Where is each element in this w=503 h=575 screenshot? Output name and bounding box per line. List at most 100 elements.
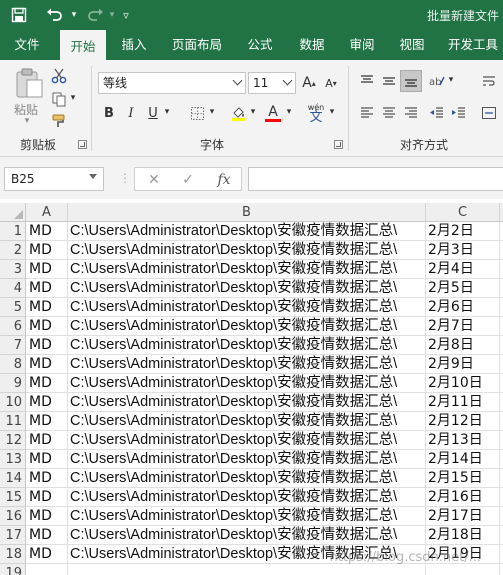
row-header[interactable]: 8: [0, 355, 26, 374]
cell-a[interactable]: MD: [26, 260, 68, 279]
cell-c[interactable]: 2月17日: [426, 507, 500, 526]
copy-icon[interactable]: [48, 88, 70, 110]
wrap-text-icon[interactable]: [478, 70, 500, 92]
align-top-icon[interactable]: [356, 70, 378, 92]
fill-color-icon[interactable]: [228, 102, 250, 124]
cell-b[interactable]: C:\Users\Administrator\Desktop\安徽疫情数据汇总\: [68, 317, 426, 336]
row-header[interactable]: 1: [0, 222, 26, 241]
paste-dropdown-icon[interactable]: ▾: [20, 115, 34, 127]
tab-formulas[interactable]: 公式: [238, 30, 282, 60]
shrink-font-icon[interactable]: A ▾: [320, 72, 342, 94]
cell-c[interactable]: 2月5日: [426, 279, 500, 298]
cell-b[interactable]: C:\Users\Administrator\Desktop\安徽疫情数据汇总\: [68, 279, 426, 298]
cell-c[interactable]: 2月9日: [426, 355, 500, 374]
cell-b[interactable]: C:\Users\Administrator\Desktop\安徽疫情数据汇总\: [68, 222, 426, 241]
cell-c[interactable]: 2月7日: [426, 317, 500, 336]
tab-insert[interactable]: 插入: [112, 30, 156, 60]
cell-c[interactable]: 2月19日: [426, 545, 500, 564]
merge-center-icon[interactable]: [478, 102, 500, 124]
cell-b[interactable]: C:\Users\Administrator\Desktop\安徽疫情数据汇总\: [68, 469, 426, 488]
row-header[interactable]: 13: [0, 450, 26, 469]
undo-dropdown-icon[interactable]: ▾: [68, 4, 80, 26]
cell-a[interactable]: MD: [26, 507, 68, 526]
cell-a[interactable]: MD: [26, 526, 68, 545]
tab-developer[interactable]: 开发工具: [442, 30, 503, 60]
redo-dropdown-icon[interactable]: ▾: [106, 4, 118, 26]
align-bottom-icon[interactable]: [400, 70, 422, 92]
cell-b[interactable]: C:\Users\Administrator\Desktop\安徽疫情数据汇总\: [68, 393, 426, 412]
cell-a[interactable]: MD: [26, 450, 68, 469]
cell-c[interactable]: 2月6日: [426, 298, 500, 317]
row-header[interactable]: 17: [0, 526, 26, 545]
cell-a[interactable]: MD: [26, 336, 68, 355]
paste-icon[interactable]: [12, 66, 46, 100]
formula-input[interactable]: [248, 167, 503, 191]
cell-a[interactable]: MD: [26, 374, 68, 393]
cell-c[interactable]: 2月2日: [426, 222, 500, 241]
borders-dropdown-icon[interactable]: ▾: [207, 106, 217, 118]
cell-a[interactable]: MD: [26, 469, 68, 488]
cell-b[interactable]: C:\Users\Administrator\Desktop\安徽疫情数据汇总\: [68, 412, 426, 431]
cell-a[interactable]: MD: [26, 222, 68, 241]
cell-c[interactable]: [426, 564, 500, 575]
save-icon[interactable]: [8, 4, 30, 26]
align-middle-icon[interactable]: [378, 70, 400, 92]
cell-a[interactable]: MD: [26, 317, 68, 336]
cell-b[interactable]: C:\Users\Administrator\Desktop\安徽疫情数据汇总\: [68, 260, 426, 279]
cell-c[interactable]: 2月16日: [426, 488, 500, 507]
cell-b[interactable]: C:\Users\Administrator\Desktop\安徽疫情数据汇总\: [68, 241, 426, 260]
increase-indent-icon[interactable]: [448, 102, 470, 124]
cell-b[interactable]: C:\Users\Administrator\Desktop\安徽疫情数据汇总\: [68, 298, 426, 317]
tab-review[interactable]: 审阅: [340, 30, 384, 60]
font-name-combo[interactable]: 等线: [98, 72, 246, 94]
align-left-icon[interactable]: [356, 102, 378, 124]
customize-toolbar-icon[interactable]: ▿: [118, 4, 134, 26]
cell-c[interactable]: 2月15日: [426, 469, 500, 488]
column-header-b[interactable]: B: [68, 203, 426, 222]
orientation-dropdown-icon[interactable]: ▾: [446, 74, 456, 86]
row-header[interactable]: 12: [0, 431, 26, 450]
cell-a[interactable]: MD: [26, 431, 68, 450]
select-all-button[interactable]: [0, 203, 26, 222]
cell-b[interactable]: C:\Users\Administrator\Desktop\安徽疫情数据汇总\: [68, 526, 426, 545]
row-header[interactable]: 19: [0, 564, 26, 575]
row-header[interactable]: 9: [0, 374, 26, 393]
tab-page-layout[interactable]: 页面布局: [164, 30, 230, 60]
column-header-a[interactable]: A: [26, 203, 68, 222]
cancel-icon[interactable]: ✕: [143, 170, 165, 190]
cell-c[interactable]: 2月11日: [426, 393, 500, 412]
phonetic-guide-icon[interactable]: wén 文: [304, 100, 328, 126]
name-box[interactable]: B25: [4, 167, 104, 191]
font-color-icon[interactable]: A: [262, 102, 284, 124]
insert-function-icon[interactable]: fx: [213, 170, 235, 190]
cell-a[interactable]: MD: [26, 355, 68, 374]
borders-icon[interactable]: [186, 102, 208, 124]
cell-a[interactable]: MD: [26, 393, 68, 412]
tab-view[interactable]: 视图: [390, 30, 434, 60]
underline-dropdown-icon[interactable]: ▾: [162, 106, 172, 118]
cell-b[interactable]: C:\Users\Administrator\Desktop\安徽疫情数据汇总\: [68, 545, 426, 564]
grow-font-icon[interactable]: A ▴: [298, 72, 320, 94]
cell-a[interactable]: MD: [26, 279, 68, 298]
redo-icon[interactable]: [84, 4, 106, 26]
tab-data[interactable]: 数据: [290, 30, 334, 60]
cell-c[interactable]: 2月10日: [426, 374, 500, 393]
undo-icon[interactable]: [44, 4, 66, 26]
font-size-combo[interactable]: 11: [248, 72, 296, 94]
align-center-icon[interactable]: [378, 102, 400, 124]
cell-c[interactable]: 2月13日: [426, 431, 500, 450]
align-right-icon[interactable]: [400, 102, 422, 124]
row-header[interactable]: 11: [0, 412, 26, 431]
tab-home[interactable]: 开始: [60, 30, 106, 60]
font-color-dropdown-icon[interactable]: ▾: [284, 106, 294, 118]
format-painter-icon[interactable]: [48, 110, 70, 132]
cell-b[interactable]: C:\Users\Administrator\Desktop\安徽疫情数据汇总\: [68, 355, 426, 374]
row-header[interactable]: 5: [0, 298, 26, 317]
underline-button[interactable]: U: [142, 102, 164, 124]
cell-a[interactable]: MD: [26, 545, 68, 564]
row-header[interactable]: 6: [0, 317, 26, 336]
cell-a[interactable]: MD: [26, 412, 68, 431]
cell-b[interactable]: C:\Users\Administrator\Desktop\安徽疫情数据汇总\: [68, 450, 426, 469]
cell-a[interactable]: MD: [26, 488, 68, 507]
cell-b[interactable]: C:\Users\Administrator\Desktop\安徽疫情数据汇总\: [68, 336, 426, 355]
